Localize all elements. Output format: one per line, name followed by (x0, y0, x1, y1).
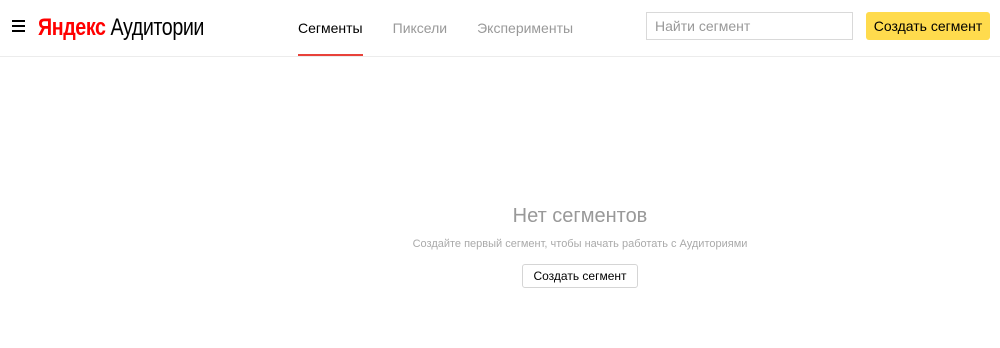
tab-pixels[interactable]: Пиксели (393, 0, 447, 56)
tab-experiments[interactable]: Эксперименты (477, 0, 573, 56)
create-segment-button[interactable]: Создать сегмент (866, 12, 990, 40)
empty-state: Нет сегментов Создайте первый сегмент, ч… (330, 200, 830, 288)
app-header: Яндекс Аудитории Сегменты Пиксели Экспери… (0, 0, 1000, 57)
nav-tabs: Сегменты Пиксели Эксперименты (298, 0, 603, 56)
logo[interactable]: Яндекс Аудитории (38, 14, 204, 42)
hamburger-menu-icon[interactable] (12, 20, 25, 32)
logo-product: Аудитории (110, 14, 205, 41)
search-input[interactable] (646, 12, 853, 40)
empty-state-title: Нет сегментов (512, 205, 648, 227)
tab-segments[interactable]: Сегменты (298, 0, 363, 56)
empty-state-description: Создайте первый сегмент, чтобы начать ра… (412, 238, 748, 250)
empty-state-create-button[interactable]: Создать сегмент (522, 264, 638, 288)
logo-brand: Яндекс (38, 14, 106, 41)
